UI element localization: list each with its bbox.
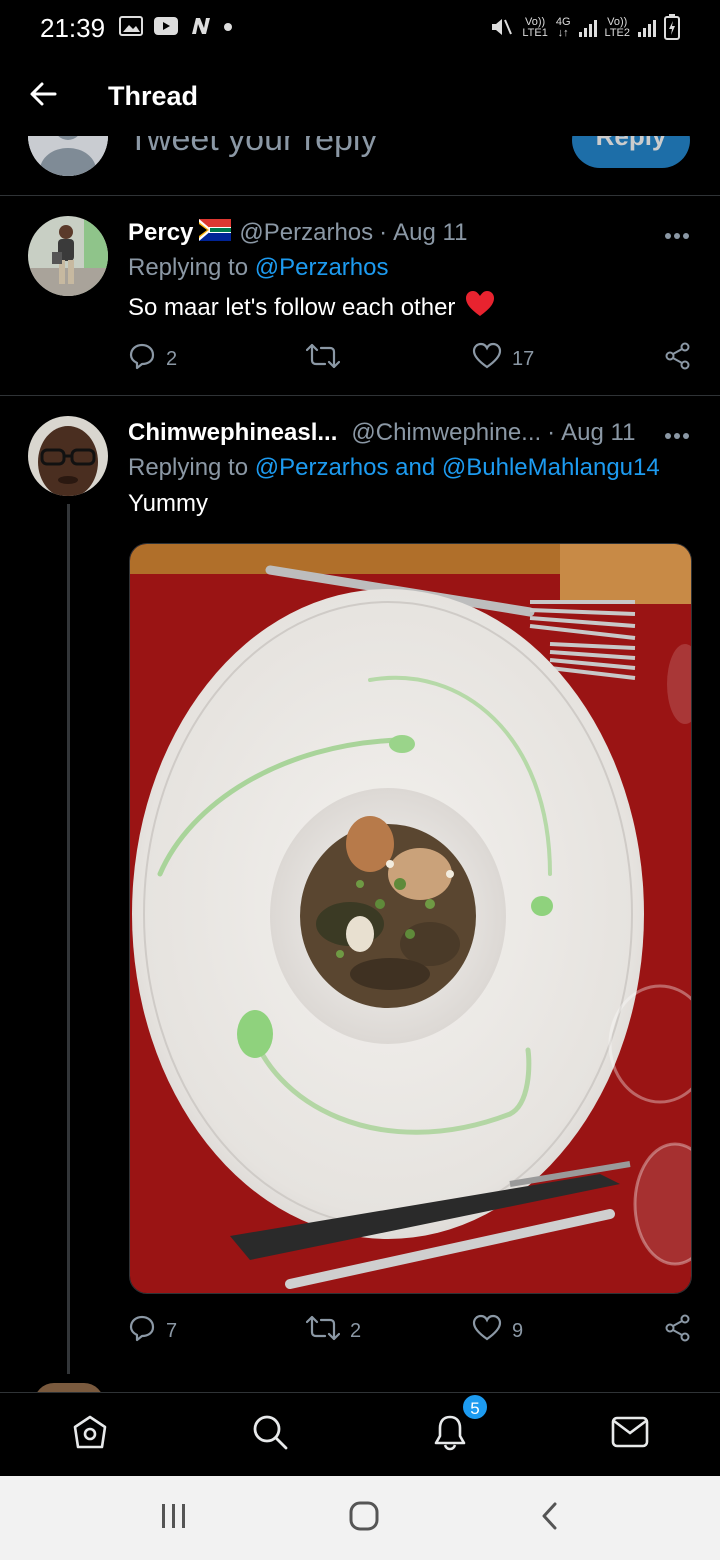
nav-search[interactable]: [180, 1413, 360, 1456]
handle[interactable]: @Perzarhos: [239, 219, 373, 247]
battery-charging-icon: [664, 13, 680, 43]
replying-to: Replying to @Perzarhos and @BuhleMahlang…: [128, 454, 660, 482]
status-time: 21:39: [40, 12, 106, 43]
replying-prefix: Replying to: [128, 254, 249, 281]
mute-icon: [490, 16, 514, 41]
sim2-indicator: Vo)) LTE2: [605, 17, 630, 39]
reply-icon: [128, 342, 156, 376]
reply-action[interactable]: 7: [128, 1314, 306, 1348]
retweet-icon: [305, 343, 341, 375]
signal-lte2-icon: [638, 19, 656, 37]
retweet-action[interactable]: [305, 343, 472, 375]
arrow-left-icon[interactable]: [28, 79, 58, 114]
thread-connector-line: [67, 504, 70, 1374]
nav-messages[interactable]: [540, 1415, 720, 1454]
system-navigation-bar: [0, 1476, 720, 1560]
retweet-count: 2: [350, 1319, 362, 1342]
tweet-date[interactable]: Aug 11: [561, 419, 635, 447]
top-app-bar: Thread: [0, 56, 720, 136]
status-bar: 21:39 Vo)) LTE1 4G ↓↑ Vo)) LTE2: [0, 0, 720, 56]
reply-count: 7: [166, 1319, 178, 1342]
sim2-bottom: LTE2: [604, 27, 630, 39]
replying-to: Replying to @Perzarhos: [128, 254, 389, 282]
tweet-header: Percy @Perzarhos · Aug 11: [128, 218, 690, 248]
recents-icon[interactable]: [159, 1502, 189, 1535]
nav-notifications[interactable]: 5: [360, 1393, 540, 1456]
share-icon: [664, 342, 692, 376]
home-icon: [71, 1413, 109, 1456]
separator-dot: ·: [379, 219, 388, 246]
south-africa-flag-icon: [199, 218, 232, 248]
avatar-chimwephineas[interactable]: [28, 416, 108, 496]
reply-icon: [128, 1314, 156, 1348]
retweet-icon: [305, 1315, 341, 1347]
n-app-icon: [189, 16, 213, 41]
search-icon: [251, 1413, 289, 1456]
tweet-text: Yummy: [128, 490, 208, 518]
notifications-icon: [431, 1413, 469, 1456]
status-left-icons: [119, 15, 233, 41]
display-name[interactable]: Chimwephineasl...: [128, 419, 337, 447]
signal-lte1-icon: [578, 19, 597, 37]
nav-home[interactable]: [0, 1413, 180, 1456]
notifications-badge: 5: [461, 1393, 489, 1421]
sim1-indicator: Vo)) LTE1: [522, 17, 547, 39]
tweet-photo[interactable]: [129, 543, 692, 1294]
like-count: 9: [512, 1319, 524, 1342]
red-heart-emoji-icon: [465, 290, 495, 325]
messages-icon: [610, 1415, 650, 1454]
network-type: 4G ↓↑: [556, 17, 571, 39]
reply-count: 2: [166, 347, 178, 370]
like-count: 17: [512, 347, 535, 370]
share-icon: [664, 1314, 692, 1348]
tweet-body: Yummy: [128, 490, 209, 517]
dot-icon: [223, 19, 233, 37]
tweet-body: So maar let's follow each other: [128, 293, 456, 321]
retweet-action[interactable]: 2: [305, 1315, 472, 1347]
home-circle-icon[interactable]: [348, 1500, 380, 1537]
gallery-icon: [119, 15, 144, 41]
tweet-text: So maar let's follow each other: [128, 290, 495, 325]
heart-icon: [472, 342, 502, 376]
share-action[interactable]: [664, 342, 692, 376]
page-title: Thread: [108, 80, 199, 111]
display-name[interactable]: Percy: [128, 219, 193, 247]
heart-icon: [472, 1314, 502, 1348]
reply-action[interactable]: 2: [128, 342, 306, 376]
network-bottom: ↓↑: [557, 27, 569, 39]
more-options-icon[interactable]: [664, 420, 690, 446]
handle[interactable]: @Chimwephine...: [351, 419, 541, 447]
video-icon: [153, 16, 179, 41]
avatar-percy[interactable]: [28, 216, 108, 296]
like-action[interactable]: 9: [472, 1314, 662, 1348]
more-options-icon[interactable]: [664, 220, 690, 246]
share-action[interactable]: [664, 1314, 692, 1348]
replying-prefix: Replying to: [128, 454, 249, 481]
back-chevron-icon[interactable]: [539, 1501, 561, 1536]
bottom-navigation: 5: [0, 1392, 720, 1476]
mention-link[interactable]: @Perzarhos and @BuhleMahlangu14: [255, 454, 660, 481]
like-action[interactable]: 17: [472, 342, 662, 376]
status-right-icons: Vo)) LTE1 4G ↓↑ Vo)) LTE2: [490, 13, 680, 43]
mention-link[interactable]: @Perzarhos: [255, 254, 389, 281]
tweet-date[interactable]: Aug 11: [393, 219, 467, 247]
tweet-chimwephineas[interactable]: Chimwephineasl... @Chimwephine... · Aug …: [0, 396, 720, 1392]
tweet-percy[interactable]: Percy @Perzarhos · Aug 11 Replying to @P…: [0, 196, 720, 396]
tweet-actions: 2 17: [128, 342, 692, 376]
tweet-actions: 7 2 9: [128, 1314, 692, 1348]
tweet-header: Chimwephineasl... @Chimwephine... · Aug …: [128, 418, 690, 448]
separator-dot: ·: [547, 419, 556, 446]
sim1-bottom: LTE1: [522, 27, 548, 39]
